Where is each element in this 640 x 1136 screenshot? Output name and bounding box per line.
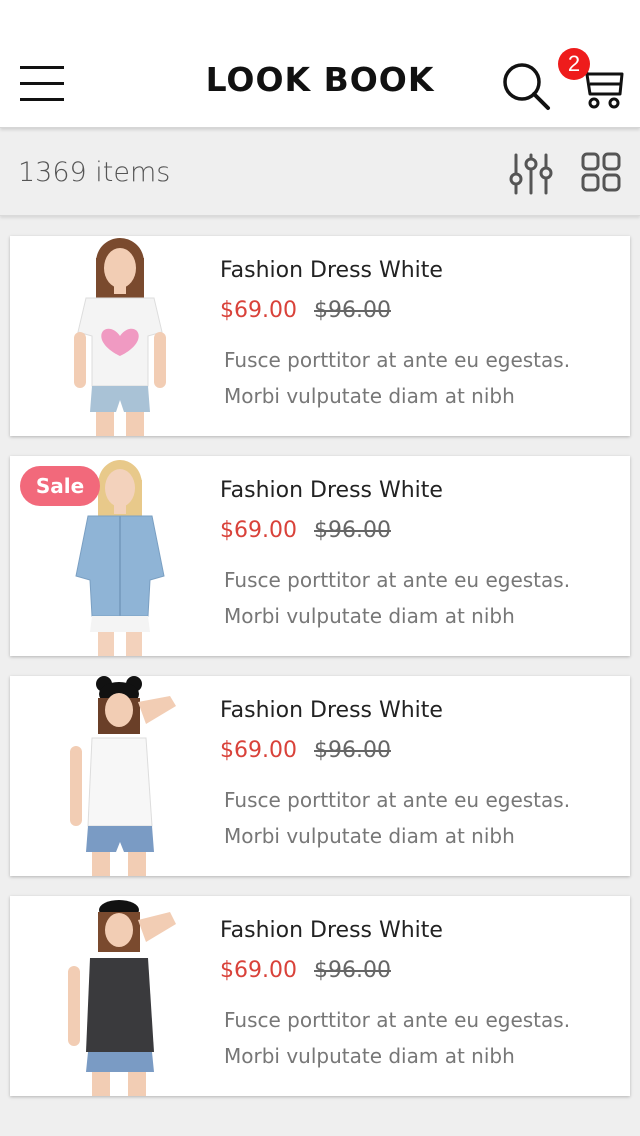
product-description: Fusce porttitor at ante eu egestas. Morb… (224, 562, 624, 634)
product-card[interactable]: Fashion Dress White $69.00 $96.00 Fusce … (10, 236, 630, 436)
product-description: Fusce porttitor at ante eu egestas. Morb… (224, 1002, 624, 1074)
item-count-label: 1369 items (18, 157, 171, 188)
product-description: Fusce porttitor at ante eu egestas. Morb… (224, 782, 624, 854)
product-old-price: $96.00 (314, 738, 391, 763)
list-toolbar: 1369 items (0, 129, 640, 216)
description-line: Morbi vulputate diam at nibh (224, 384, 515, 408)
product-name: Fashion Dress White (220, 918, 443, 943)
sale-badge: Sale (20, 466, 100, 506)
product-old-price: $96.00 (314, 298, 391, 323)
app-header: LOOK BOOK 2 (0, 0, 640, 128)
product-price: $69.00 (220, 518, 297, 543)
search-icon[interactable] (500, 60, 552, 112)
description-line: Fusce porttitor at ante eu egestas. (224, 1008, 571, 1032)
product-old-price: $96.00 (314, 958, 391, 983)
product-name: Fashion Dress White (220, 478, 443, 503)
product-card[interactable]: Sale Fashion Dress White $69.00 $96.00 F… (10, 456, 630, 656)
product-old-price: $96.00 (314, 518, 391, 543)
description-line: Morbi vulputate diam at nibh (224, 824, 515, 848)
product-name: Fashion Dress White (220, 698, 443, 723)
description-line: Fusce porttitor at ante eu egestas. (224, 788, 571, 812)
description-line: Morbi vulputate diam at nibh (224, 604, 515, 628)
product-price: $69.00 (220, 958, 297, 983)
description-line: Fusce porttitor at ante eu egestas. (224, 348, 571, 372)
product-name: Fashion Dress White (220, 258, 443, 283)
product-photo (30, 236, 210, 436)
product-description: Fusce porttitor at ante eu egestas. Morb… (224, 342, 624, 414)
cart-count-badge: 2 (558, 48, 590, 80)
product-photo (30, 676, 210, 876)
product-card[interactable]: Fashion Dress White $69.00 $96.00 Fusce … (10, 676, 630, 876)
product-price: $69.00 (220, 738, 297, 763)
product-photo (30, 896, 210, 1096)
description-line: Fusce porttitor at ante eu egestas. (224, 568, 571, 592)
grid-view-icon[interactable] (580, 151, 622, 193)
product-card[interactable]: Fashion Dress White $69.00 $96.00 Fusce … (10, 896, 630, 1096)
filter-sliders-icon[interactable] (508, 151, 554, 197)
description-line: Morbi vulputate diam at nibh (224, 1044, 515, 1068)
product-price: $69.00 (220, 298, 297, 323)
